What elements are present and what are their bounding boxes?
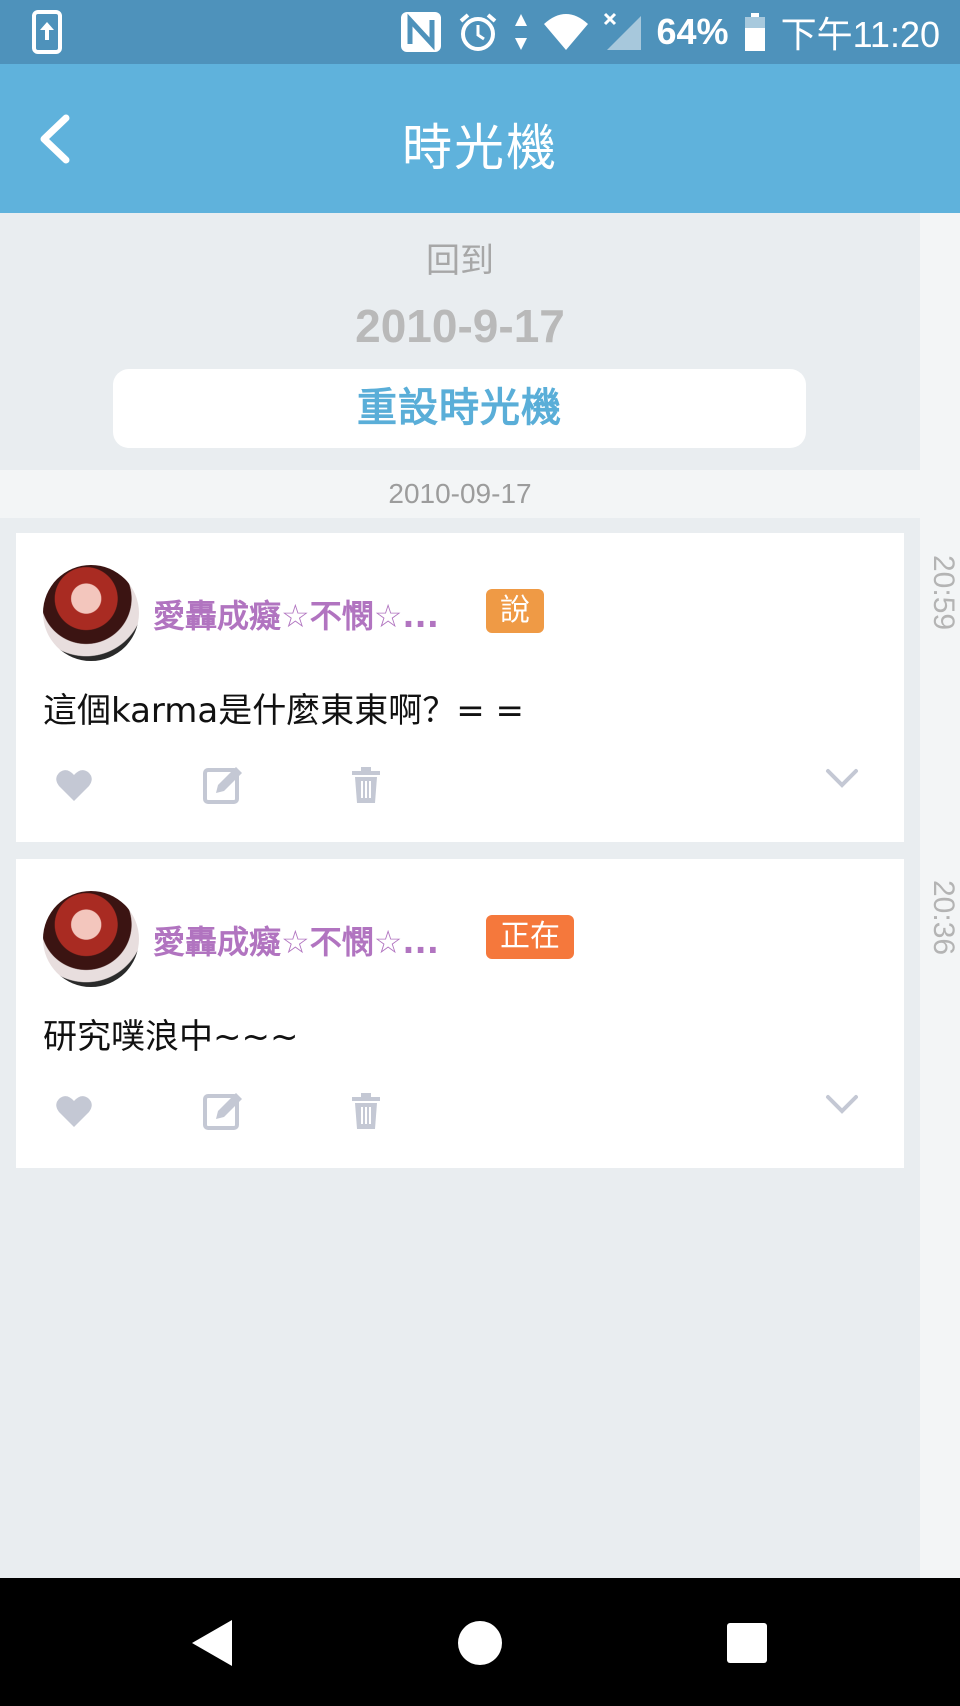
wifi-icon	[543, 14, 588, 50]
username[interactable]: 愛轟成癡☆不憫☆...	[153, 917, 439, 963]
heart-icon	[56, 1096, 92, 1127]
reset-time-machine-button[interactable]: 重設時光機	[113, 369, 806, 448]
post-text: 研究噗浪中~~~	[43, 1017, 299, 1057]
screen-mirror-icon	[32, 10, 62, 54]
username[interactable]: 愛轟成癡☆不憫☆...	[153, 591, 439, 637]
data-arrows-icon	[514, 14, 527, 50]
heart-icon	[56, 770, 92, 801]
avatar[interactable]	[43, 565, 139, 661]
circle-home-icon	[458, 1621, 502, 1665]
delete-button[interactable]	[346, 765, 386, 805]
trash-icon	[352, 1093, 380, 1129]
nav-recents-button[interactable]	[722, 1618, 772, 1668]
edit-button[interactable]	[202, 1091, 242, 1131]
signal-icon	[603, 12, 641, 50]
chevron-down-icon	[826, 769, 858, 788]
battery-percent: 64%	[656, 11, 729, 52]
edit-icon	[203, 1093, 242, 1130]
like-button[interactable]	[54, 765, 94, 805]
page-title: 時光機	[402, 119, 558, 177]
post-timestamp: 20:59	[927, 555, 960, 631]
qualifier-badge: 正在	[486, 915, 574, 959]
triangle-back-icon	[192, 1620, 232, 1666]
square-recents-icon	[727, 1623, 767, 1663]
post-timestamp: 20:36	[927, 880, 960, 956]
status-bar: 64% 下午11:20	[0, 0, 960, 64]
post-card[interactable]: 愛轟成癡☆不憫☆... 說 這個karma是什麼東東啊？= =	[16, 533, 904, 842]
post-text: 這個karma是什麼東東啊？= =	[43, 691, 525, 731]
edit-button[interactable]	[202, 765, 242, 805]
timeline-area[interactable]: 回到 2010-9-17 重設時光機 2010-09-17 愛轟成癡☆不憫☆..…	[0, 213, 920, 1578]
avatar[interactable]	[43, 891, 139, 987]
qualifier-badge: 說	[486, 589, 544, 633]
expand-button[interactable]	[822, 1085, 862, 1125]
post-card[interactable]: 愛轟成癡☆不憫☆... 正在 研究噗浪中~~~	[16, 859, 904, 1168]
system-nav-bar	[0, 1578, 960, 1706]
edit-icon	[203, 767, 242, 804]
time-machine-date[interactable]: 2010-9-17	[0, 299, 920, 353]
nfc-icon	[400, 12, 441, 52]
goto-label: 回到	[426, 241, 494, 281]
chevron-down-icon	[826, 1095, 858, 1114]
nav-back-button[interactable]	[188, 1618, 238, 1668]
battery-icon	[744, 13, 765, 51]
app-bar: 時光機	[0, 64, 960, 213]
expand-button[interactable]	[822, 759, 862, 799]
delete-button[interactable]	[346, 1091, 386, 1131]
nav-home-button[interactable]	[455, 1618, 505, 1668]
trash-icon	[352, 767, 380, 803]
date-separator: 2010-09-17	[0, 470, 920, 518]
clock: 下午11:20	[780, 14, 940, 55]
alarm-icon	[459, 13, 496, 51]
like-button[interactable]	[54, 1091, 94, 1131]
